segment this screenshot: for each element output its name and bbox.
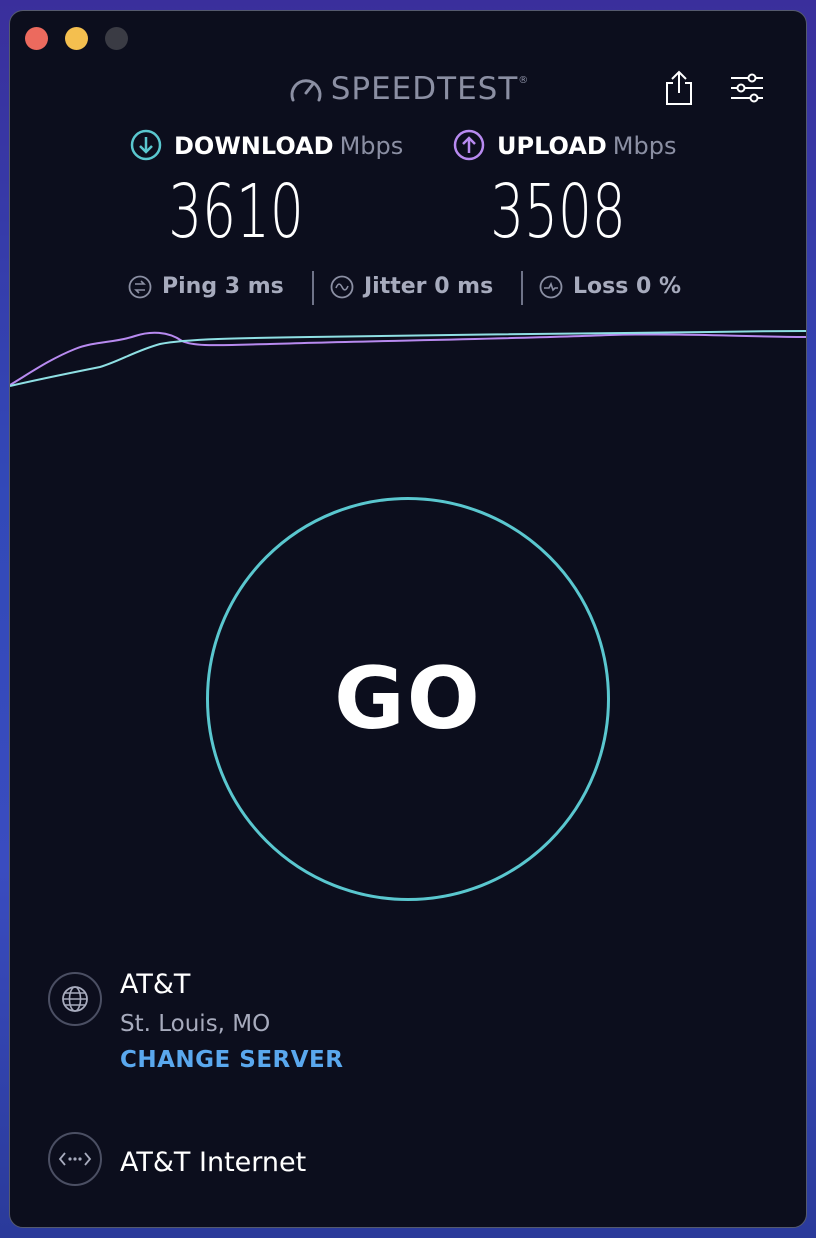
upload-label: UPLOAD	[497, 132, 607, 160]
server-isp-name: AT&T	[120, 969, 191, 1000]
upload-unit: Mbps	[612, 132, 677, 160]
minimize-window-button[interactable]	[65, 27, 88, 50]
server-location: St. Louis, MO	[120, 1011, 271, 1037]
stats-divider	[521, 271, 523, 305]
loss-stat: Loss 0 %	[539, 269, 681, 305]
loss-value: 0 %	[636, 274, 682, 299]
settings-button[interactable]	[730, 73, 764, 105]
ping-icon	[128, 275, 152, 311]
download-speed-value: 3610	[168, 169, 304, 255]
close-window-button[interactable]	[25, 27, 48, 50]
go-button-label: GO	[334, 649, 482, 749]
go-button[interactable]: GO	[206, 497, 610, 901]
upload-icon	[453, 129, 485, 167]
settings-icon	[731, 73, 763, 103]
jitter-stat: Jitter 0 ms	[330, 269, 493, 305]
download-icon	[130, 129, 162, 167]
upload-speed-line	[10, 331, 806, 386]
speed-history-graph	[10, 330, 806, 387]
ping-value: 3 ms	[224, 274, 284, 299]
loss-icon	[539, 275, 563, 311]
download-speed-line	[10, 330, 806, 387]
share-icon	[666, 70, 692, 105]
latency-stats: Ping 3 ms Jitter 0 ms Loss 0 %	[10, 269, 806, 309]
ping-label: Ping	[162, 274, 218, 299]
brand-name: SPEEDTEST	[330, 71, 519, 107]
connection-name: AT&T Internet	[120, 1147, 307, 1178]
loss-label: Loss	[573, 274, 629, 299]
jitter-label: Jitter	[364, 274, 427, 299]
brand-mark: ®	[518, 75, 530, 86]
upload-header: UPLOAD Mbps	[453, 129, 676, 167]
jitter-value: 0 ms	[434, 274, 494, 299]
upload-speed-value: 3508	[490, 169, 626, 255]
speedometer-icon	[289, 73, 323, 111]
speedtest-window: SPEEDTEST® DOWNLOAD Mbps UPLOAD Mbps 361…	[9, 10, 807, 1228]
download-label: DOWNLOAD	[174, 132, 334, 160]
globe-icon	[48, 972, 102, 1026]
change-server-link[interactable]: CHANGE SERVER	[120, 1047, 343, 1073]
stats-divider	[312, 271, 314, 305]
share-button[interactable]	[662, 69, 696, 107]
ping-stat: Ping 3 ms	[128, 269, 284, 305]
zoom-window-button	[105, 27, 128, 50]
jitter-icon	[330, 275, 354, 311]
download-unit: Mbps	[339, 132, 404, 160]
download-header: DOWNLOAD Mbps	[130, 129, 403, 167]
connection-icon	[48, 1132, 102, 1186]
